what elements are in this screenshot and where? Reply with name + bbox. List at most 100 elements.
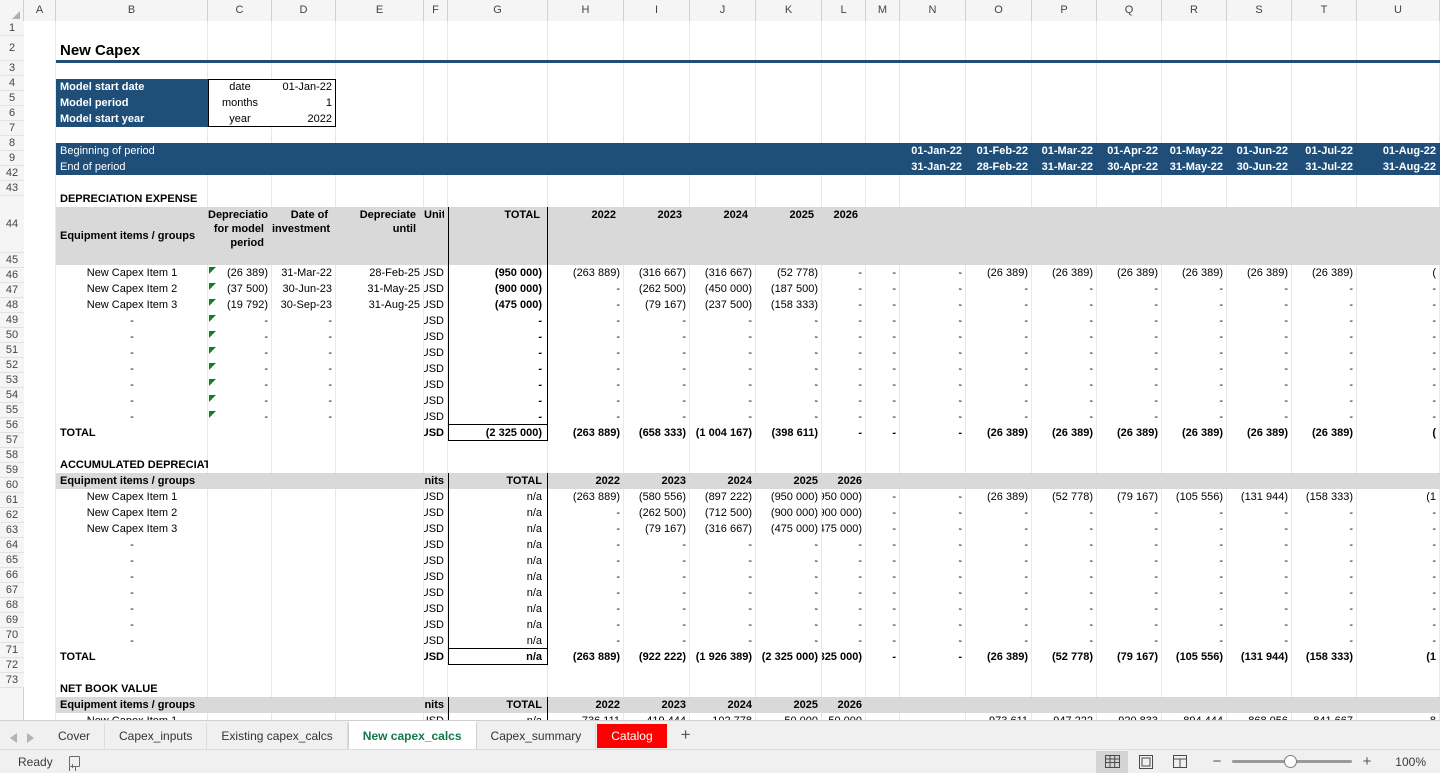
- row-header-7[interactable]: 7: [0, 121, 24, 136]
- row-header-72[interactable]: 72: [0, 658, 24, 673]
- column-header-r[interactable]: R: [1162, 0, 1227, 21]
- cell-year-2-row-8: -: [748, 394, 752, 407]
- row-header-44[interactable]: 44: [0, 196, 24, 253]
- column-header-i[interactable]: I: [624, 0, 690, 21]
- row-header-8[interactable]: 8: [0, 136, 24, 151]
- column-header-n[interactable]: N: [900, 0, 966, 21]
- cell-year-4-row-1: -: [858, 282, 862, 295]
- row-header-69[interactable]: 69: [0, 613, 24, 628]
- column-header-s[interactable]: S: [1227, 0, 1292, 21]
- row-header-57[interactable]: 57: [0, 433, 24, 448]
- column-header-b[interactable]: B: [56, 0, 208, 21]
- acc-cell-month-2-row-8: -: [1089, 618, 1093, 631]
- next-sheet-arrow-icon[interactable]: [27, 733, 34, 743]
- row-header-67[interactable]: 67: [0, 583, 24, 598]
- row-header-73[interactable]: 73: [0, 673, 24, 688]
- zoom-control[interactable]: − +: [1210, 753, 1374, 770]
- add-sheet-button[interactable]: +: [667, 723, 704, 749]
- row-header-48[interactable]: 48: [0, 298, 24, 313]
- column-header-o[interactable]: O: [966, 0, 1032, 21]
- acc-cell-year-4-row-1: (900 000): [822, 506, 862, 519]
- row-header-61[interactable]: 61: [0, 493, 24, 508]
- row-header-64[interactable]: 64: [0, 538, 24, 553]
- column-header-k[interactable]: K: [756, 0, 822, 21]
- worksheet-grid[interactable]: New Capex Model start date date 01-Jan-22 Mo…: [24, 21, 1440, 720]
- row-header-9[interactable]: 9: [0, 151, 24, 166]
- acc-cell-month-4-row-5: -: [1219, 570, 1223, 583]
- row-header-49[interactable]: 49: [0, 313, 24, 328]
- sheet-tab-capex-inputs[interactable]: Capex_inputs: [105, 723, 208, 749]
- row-header-58[interactable]: 58: [0, 448, 24, 463]
- page-break-preview-icon[interactable]: [1164, 751, 1196, 773]
- row-header-5[interactable]: 5: [0, 91, 24, 106]
- cell-spacer-m-row-10: -: [892, 426, 896, 439]
- row-header-46[interactable]: 46: [0, 268, 24, 283]
- acc-cell-month-0-row-7: -: [958, 602, 962, 615]
- acc-row-label-item-6: -: [130, 586, 134, 599]
- column-header-c[interactable]: C: [208, 0, 272, 21]
- row-header-52[interactable]: 52: [0, 358, 24, 373]
- page-layout-icon[interactable]: [1130, 751, 1162, 773]
- row-header-53[interactable]: 53: [0, 373, 24, 388]
- column-header-e[interactable]: E: [336, 0, 424, 21]
- sheet-tab-catalog[interactable]: Catalog: [597, 724, 667, 748]
- row-header-65[interactable]: 65: [0, 553, 24, 568]
- row-header-54[interactable]: 54: [0, 388, 24, 403]
- column-header-t[interactable]: T: [1292, 0, 1357, 21]
- column-header-p[interactable]: P: [1032, 0, 1097, 21]
- column-header-g[interactable]: G: [448, 0, 548, 21]
- acc-cell-month-4-row-9: -: [1219, 634, 1223, 647]
- acc-cell-total-8: n/a: [526, 618, 542, 631]
- sheet-tab-new-capex-calcs[interactable]: New capex_calcs: [347, 721, 477, 749]
- acc-cell-spacer-m-row-1: -: [892, 506, 896, 519]
- column-header-d[interactable]: D: [272, 0, 336, 21]
- row-header-62[interactable]: 62: [0, 508, 24, 523]
- acc-row-label-item-8: -: [130, 618, 134, 631]
- row-header-56[interactable]: 56: [0, 418, 24, 433]
- acc-cell-year-3-row-10: (2 325 000): [761, 650, 818, 663]
- zoom-slider-handle[interactable]: [1284, 755, 1297, 768]
- column-header-m[interactable]: M: [866, 0, 900, 21]
- column-header-a[interactable]: A: [24, 0, 56, 21]
- row-header-42[interactable]: 42: [0, 166, 24, 181]
- row-header-50[interactable]: 50: [0, 328, 24, 343]
- row-header-1[interactable]: 1: [0, 21, 24, 36]
- row-header-4[interactable]: 4: [0, 76, 24, 91]
- acc-cell-month-6-row-3: -: [1349, 538, 1353, 551]
- sheet-tab-cover[interactable]: Cover: [44, 723, 106, 749]
- cell-month-3-row-6: -: [1154, 362, 1158, 375]
- row-header-70[interactable]: 70: [0, 628, 24, 643]
- row-header-43[interactable]: 43: [0, 181, 24, 196]
- previous-sheet-arrow-icon[interactable]: [10, 733, 17, 743]
- cell-depreciation-period-1: (37 500): [227, 282, 268, 295]
- row-header-59[interactable]: 59: [0, 463, 24, 478]
- select-all-corner[interactable]: [0, 0, 24, 21]
- row-header-51[interactable]: 51: [0, 343, 24, 358]
- row-header-55[interactable]: 55: [0, 403, 24, 418]
- row-header-60[interactable]: 60: [0, 478, 24, 493]
- row-label-item-4: -: [130, 330, 134, 343]
- column-header-j[interactable]: J: [690, 0, 756, 21]
- column-header-h[interactable]: H: [548, 0, 624, 21]
- row-header-66[interactable]: 66: [0, 568, 24, 583]
- row-header-47[interactable]: 47: [0, 283, 24, 298]
- sheet-tab-existing-capex-calcs[interactable]: Existing capex_calcs: [207, 723, 348, 749]
- column-header-q[interactable]: Q: [1097, 0, 1162, 21]
- row-header-2[interactable]: 2: [0, 36, 24, 61]
- zoom-level-label[interactable]: 100%: [1382, 755, 1426, 769]
- record-macro-icon[interactable]: [67, 755, 81, 769]
- row-header-3[interactable]: 3: [0, 61, 24, 76]
- zoom-in-button[interactable]: +: [1360, 753, 1374, 770]
- column-header-u[interactable]: U: [1357, 0, 1440, 21]
- row-header-45[interactable]: 45: [0, 253, 24, 268]
- row-header-68[interactable]: 68: [0, 598, 24, 613]
- row-header-6[interactable]: 6: [0, 106, 24, 121]
- normal-view-icon[interactable]: [1096, 750, 1128, 773]
- zoom-out-button[interactable]: −: [1210, 753, 1224, 770]
- row-header-71[interactable]: 71: [0, 643, 24, 658]
- column-header-l[interactable]: L: [822, 0, 866, 21]
- column-header-f[interactable]: F: [424, 0, 448, 21]
- row-header-63[interactable]: 63: [0, 523, 24, 538]
- sheet-tab-capex-summary[interactable]: Capex_summary: [476, 723, 597, 749]
- zoom-slider[interactable]: [1232, 755, 1352, 768]
